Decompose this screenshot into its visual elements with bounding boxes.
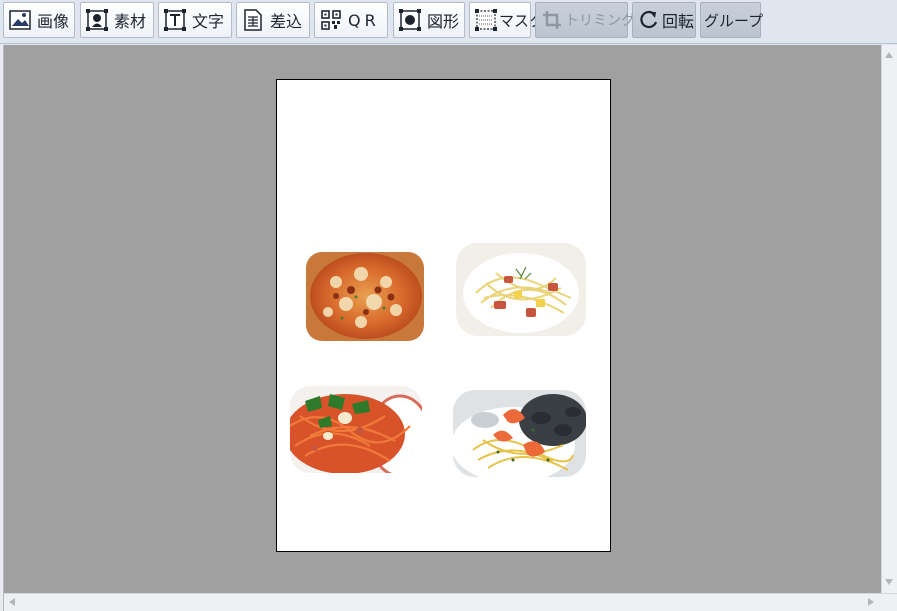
material-icon	[86, 9, 108, 31]
qr-button[interactable]: QR	[314, 2, 388, 38]
merge-button-label: 差込	[270, 12, 303, 31]
shape-icon	[399, 9, 421, 31]
shape-button[interactable]: 図形	[393, 2, 465, 38]
image-icon	[9, 9, 31, 31]
trimming-button-label: トリミング	[565, 13, 635, 29]
shape-button-label: 図形	[427, 12, 460, 31]
group-button-label: グループ	[704, 11, 764, 30]
material-button[interactable]: 素材	[80, 2, 154, 38]
scroll-down-icon[interactable]	[885, 579, 893, 585]
vertical-scrollbar[interactable]	[881, 45, 897, 593]
print-page[interactable]	[276, 79, 611, 552]
seafood-pasta-photo[interactable]	[453, 390, 586, 477]
rotate-icon	[638, 9, 660, 31]
napolitan-pasta-photo[interactable]	[290, 386, 422, 473]
horizontal-scrollbar[interactable]	[4, 593, 897, 611]
scroll-up-icon[interactable]	[885, 52, 893, 58]
bacon-pasta-photo[interactable]	[456, 243, 586, 336]
toolbar: 画像 素材 文字 差込 QR 図形 マスク トリミング 回転 グループ	[0, 0, 897, 44]
text-button-label: 文字	[192, 12, 225, 31]
document-icon	[242, 9, 264, 31]
qr-code-icon	[320, 9, 342, 31]
mask-icon	[475, 9, 497, 31]
group-button[interactable]: グループ	[700, 2, 764, 38]
text-button[interactable]: 文字	[158, 2, 232, 38]
qr-button-label: QR	[348, 10, 380, 30]
mask-button[interactable]: マスク	[469, 2, 544, 38]
image-button-label: 画像	[37, 12, 70, 31]
scroll-left-icon[interactable]	[9, 598, 15, 606]
merge-button[interactable]: 差込	[236, 2, 310, 38]
scroll-right-icon[interactable]	[868, 598, 874, 606]
pizza-photo[interactable]	[306, 252, 424, 341]
material-button-label: 素材	[114, 12, 147, 31]
image-button[interactable]: 画像	[3, 2, 75, 38]
rotate-button[interactable]: 回転	[632, 2, 696, 38]
crop-icon	[541, 9, 563, 31]
text-icon	[164, 9, 186, 31]
rotate-button-label: 回転	[662, 12, 695, 31]
trimming-button[interactable]: トリミング	[535, 2, 635, 38]
